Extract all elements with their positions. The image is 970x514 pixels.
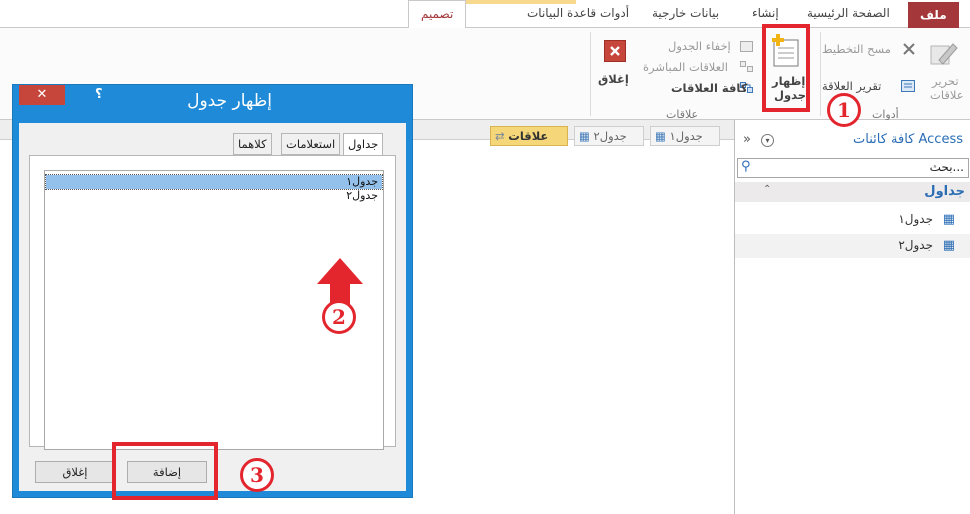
tab-create[interactable]: إنشاء <box>752 6 779 20</box>
search-icon[interactable]: ⚲ <box>741 159 751 174</box>
all-relationships-button[interactable]: كافة العلاقات <box>671 81 747 95</box>
tab-file[interactable]: ملف <box>908 2 959 28</box>
dialog-close-button[interactable]: ✕ <box>19 85 65 105</box>
ribbon-tab-bar: ملف الصفحة الرئيسية إنشاء بيانات خارجية … <box>0 0 970 29</box>
nav-group-label: جداول <box>924 184 965 199</box>
close-relationships-icon[interactable] <box>604 40 626 62</box>
nav-item-label: جدول١ <box>898 212 933 226</box>
nav-header: » ▾ كافة كائنات Access <box>735 130 970 154</box>
step-3-marker: 3 <box>240 458 274 492</box>
doc-tab-table2[interactable]: ▦ جدول٢ <box>574 126 644 146</box>
nav-item-label: جدول٢ <box>898 238 933 252</box>
close-button[interactable]: إغلاق <box>35 461 115 483</box>
list-item-table1[interactable]: جدول١ <box>45 174 383 190</box>
group-separator <box>820 32 821 116</box>
edit-relationships-label-2: علاقات <box>930 88 964 102</box>
tab-design[interactable]: تصميم <box>408 0 467 29</box>
step-2-marker: 2 <box>322 300 356 334</box>
doc-tab-relationships[interactable]: ⇄ علاقات <box>490 126 568 146</box>
doc-tab-label: علاقات <box>508 129 549 143</box>
nav-item-table1[interactable]: ▦ جدول١ <box>735 208 970 232</box>
nav-title: كافة كائنات Access <box>853 132 963 147</box>
edit-relationships-icon[interactable] <box>925 36 961 70</box>
tab-database-tools[interactable]: أدوات قاعدة البيانات <box>527 6 629 20</box>
clear-layout-icon[interactable] <box>901 41 917 60</box>
table-icon: ▦ <box>942 238 955 253</box>
doc-tab-table1[interactable]: ▦ جدول١ <box>650 126 720 146</box>
dialog-title: إظهار جدول <box>187 91 272 111</box>
step-1-marker: 1 <box>827 93 861 127</box>
search-input[interactable]: بحث... <box>930 160 964 174</box>
tab-tables[interactable]: جداول <box>343 133 384 156</box>
tab-home[interactable]: الصفحة الرئيسية <box>807 6 890 20</box>
collapse-group-icon[interactable]: ⌃ <box>763 184 771 195</box>
close-relationships-label[interactable]: إغلاق <box>598 72 629 86</box>
table-icon: ▦ <box>942 212 955 227</box>
navigation-pane: » ▾ كافة كائنات Access ⚲ بحث... ⌃ جداول … <box>734 120 970 514</box>
relationship-report-button[interactable]: تقرير العلاقة <box>822 79 881 93</box>
nav-search-box[interactable]: ⚲ بحث... <box>737 158 969 178</box>
nav-collapse-button[interactable]: » <box>743 132 751 147</box>
relationship-report-icon <box>901 80 915 92</box>
chevron-down-icon[interactable]: ▾ <box>761 134 774 147</box>
group-separator <box>590 32 591 116</box>
hide-table-icon <box>740 41 753 52</box>
nav-item-table2[interactable]: ▦ جدول٢ <box>735 234 970 258</box>
doc-tab-label: جدول٢ <box>593 129 627 143</box>
highlight-show-table <box>762 24 810 112</box>
table-icon: ▦ <box>579 129 590 143</box>
dialog-help-button[interactable]: ؟ <box>95 87 103 102</box>
clear-layout-button[interactable]: مسح التخطيط <box>822 42 891 56</box>
tab-external-data[interactable]: بيانات خارجية <box>652 6 719 20</box>
tab-queries[interactable]: استعلامات <box>281 133 341 155</box>
direct-relationships-button[interactable]: العلاقات المباشرة <box>643 60 728 74</box>
tab-both[interactable]: كلاهما <box>233 133 272 155</box>
direct-relationships-icon <box>740 61 753 72</box>
highlight-add-button <box>112 442 218 500</box>
table-icon: ▦ <box>655 129 666 143</box>
nav-group-tables[interactable]: ⌃ جداول <box>735 182 970 202</box>
doc-tab-label: جدول١ <box>669 129 703 143</box>
list-item-table2[interactable]: جدول٢ <box>46 189 382 203</box>
hide-table-button[interactable]: إخفاء الجدول <box>668 39 731 53</box>
edit-relationships-label-1: تحرير <box>932 74 959 88</box>
